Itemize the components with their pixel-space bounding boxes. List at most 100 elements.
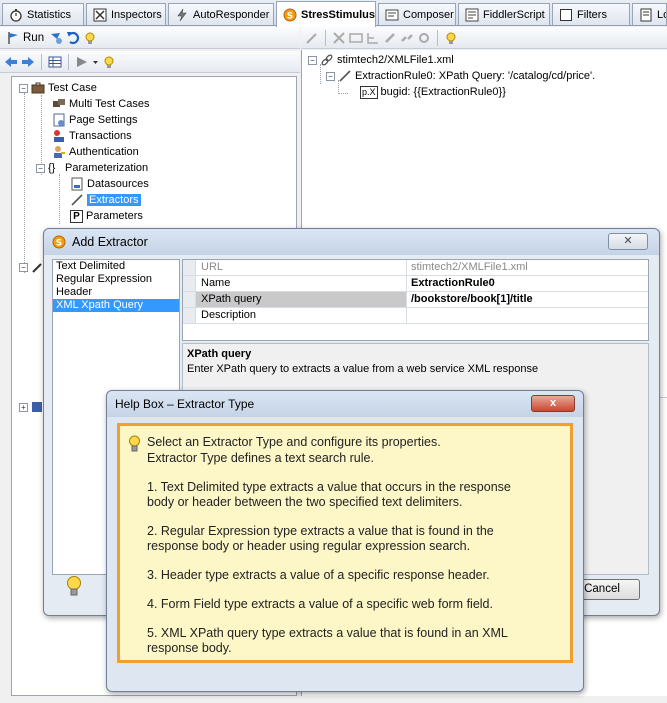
tree-icon[interactable]	[366, 31, 380, 45]
tab-label: AutoResponder	[193, 8, 270, 21]
tab-inspectors[interactable]: Inspectors	[86, 3, 166, 25]
collapse-toggle[interactable]: −	[19, 83, 28, 93]
tree-node-bugid[interactable]: p.X bugid: {{ExtractionRule0}}	[360, 84, 506, 100]
property-name: URL	[196, 260, 407, 275]
row-gutter	[183, 276, 196, 291]
flag-icon	[8, 31, 18, 44]
row-gutter	[183, 308, 196, 323]
tab-fiddlerscript[interactable]: FiddlerScript	[458, 3, 550, 25]
tree-label: Datasources	[87, 178, 149, 190]
grid-view-icon[interactable]	[48, 55, 62, 69]
help-intro-line: Select an Extractor Type and configure i…	[147, 435, 441, 449]
dropdown-tool-icon[interactable]	[75, 55, 89, 69]
extractor-type-xml-xpath-query[interactable]: XML Xpath Query	[53, 299, 179, 312]
property-row-description[interactable]: Description	[183, 308, 648, 324]
property-name: Name	[196, 276, 407, 291]
close-button[interactable]: ✕	[608, 233, 648, 250]
extractor-type-text-delimited[interactable]: Text Delimited	[53, 260, 179, 273]
tree-label: Transactions	[69, 130, 132, 142]
collapse-toggle[interactable]: −	[19, 263, 28, 272]
lightbulb-icon[interactable]	[65, 575, 83, 599]
collapse-toggle[interactable]: −	[326, 71, 335, 81]
tree-label: stimtech2/XMLFile1.xml	[337, 54, 454, 66]
report-icon	[32, 402, 42, 412]
expand-toggle[interactable]: +	[19, 403, 28, 412]
dialog-title: Add Extractor	[72, 235, 148, 249]
tab-log[interactable]: Log	[632, 3, 667, 25]
suitcase-icon	[31, 82, 45, 94]
property-name: XPath query	[196, 292, 407, 307]
tab-composer[interactable]: Composer	[378, 3, 456, 25]
composer-icon	[385, 9, 399, 20]
back-arrow-icon[interactable]	[4, 55, 18, 69]
run-button[interactable]: Run	[4, 29, 46, 47]
tab-label: FiddlerScript	[483, 8, 545, 21]
tree-label: Test Case	[48, 82, 97, 94]
stresstimulus-icon: S	[52, 235, 66, 249]
help-item-regular-expression: response body or header using regular ex…	[147, 539, 471, 553]
tree-node-multi-test-cases[interactable]: Multi Test Cases	[52, 96, 150, 112]
tree-node-extractors[interactable]: Extractors	[70, 192, 141, 208]
tree-label: Parameters	[86, 210, 143, 222]
tree-node-parameterization[interactable]: − {} Parameterization	[36, 160, 148, 176]
tree-node-extraction-rule[interactable]: − ExtractionRule0: XPath Query: '/catalo…	[326, 68, 595, 84]
help-item-xml-xpath: 5. XML XPath query type extracts a value…	[147, 626, 508, 640]
property-value[interactable]	[407, 308, 648, 323]
extractor-type-regular-expression[interactable]: Regular Expression	[53, 273, 179, 286]
collapse-toggle[interactable]: −	[308, 55, 317, 65]
lightbulb-icon[interactable]	[102, 55, 116, 69]
tree-label: ExtractionRule0: XPath Query: '/catalog/…	[355, 70, 596, 82]
close-button[interactable]: x	[531, 395, 575, 412]
dialog-titlebar: Help Box – Extractor Type	[107, 391, 583, 417]
property-row-url[interactable]: URL stimtech2/XMLFile1.xml	[183, 260, 648, 276]
tree-label: Parameterization	[65, 162, 149, 174]
lightning-icon	[177, 8, 187, 21]
tree-toolbar	[0, 51, 300, 73]
tree-node-xml-file[interactable]: − stimtech2/XMLFile1.xml	[308, 52, 454, 68]
help-item-regular-expression: 2. Regular Expression type extracts a va…	[147, 524, 494, 538]
record-icon[interactable]	[49, 31, 63, 45]
unlink-icon[interactable]	[400, 31, 414, 45]
tree-node-datasources[interactable]: Datasources	[70, 176, 149, 192]
tab-autoresponder[interactable]: AutoResponder	[168, 3, 274, 25]
inspector-icon	[93, 8, 107, 21]
tree-line	[338, 93, 348, 94]
tree-node-test-case[interactable]: − Test Case	[19, 80, 97, 96]
forward-arrow-icon[interactable]	[21, 55, 35, 69]
lightbulb-icon[interactable]	[83, 31, 97, 45]
chevron-down-icon[interactable]	[92, 55, 99, 69]
property-value[interactable]: ExtractionRule0	[407, 276, 648, 291]
parameter-icon: P	[70, 209, 83, 223]
property-value: stimtech2/XMLFile1.xml	[411, 261, 528, 273]
help-intro-line: Extractor Type defines a text search rul…	[147, 451, 374, 465]
checkbox-icon	[560, 8, 572, 21]
property-row-xpath-query[interactable]: XPath query /bookstore/book[1]/title	[183, 292, 648, 308]
tab-stresstimulus[interactable]: S StresStimulus	[276, 1, 376, 27]
tree-label: bugid: {{ExtractionRule0}}	[380, 86, 506, 98]
property-row-name[interactable]: Name ExtractionRule0	[183, 276, 648, 292]
close-icon: ✕	[623, 235, 633, 247]
tab-filters[interactable]: Filters	[552, 3, 630, 25]
tree-node-page-settings[interactable]: Page Settings	[52, 112, 138, 128]
property-grid: URL stimtech2/XMLFile1.xml Name Extracti…	[182, 259, 649, 341]
tab-label: StresStimulus	[301, 8, 375, 21]
svg-text:S: S	[56, 239, 62, 249]
link-icon	[321, 54, 333, 66]
link-icon[interactable]	[383, 31, 397, 45]
lightbulb-icon[interactable]	[444, 31, 458, 45]
tree-node-transactions[interactable]: Transactions	[52, 128, 132, 144]
tab-statistics[interactable]: Statistics	[2, 3, 84, 25]
extractor-type-header[interactable]: Header	[53, 286, 179, 299]
help-box-dialog: Help Box – Extractor Type x Select an Ex…	[106, 390, 584, 692]
wand-icon[interactable]	[305, 31, 319, 45]
settings-icon[interactable]	[417, 31, 431, 45]
tree-node-authentication[interactable]: Authentication	[52, 144, 139, 160]
tree-node-parameters[interactable]: P Parameters	[70, 208, 143, 224]
undo-icon[interactable]	[66, 31, 80, 45]
collapse-toggle[interactable]: −	[36, 163, 45, 173]
help-item-form-field: 4. Form Field type extracts a value of a…	[147, 597, 493, 611]
property-name: Description	[196, 308, 407, 323]
property-value[interactable]: /bookstore/book[1]/title	[407, 292, 648, 307]
grid-icon[interactable]	[349, 31, 363, 45]
delete-icon[interactable]	[332, 31, 346, 45]
